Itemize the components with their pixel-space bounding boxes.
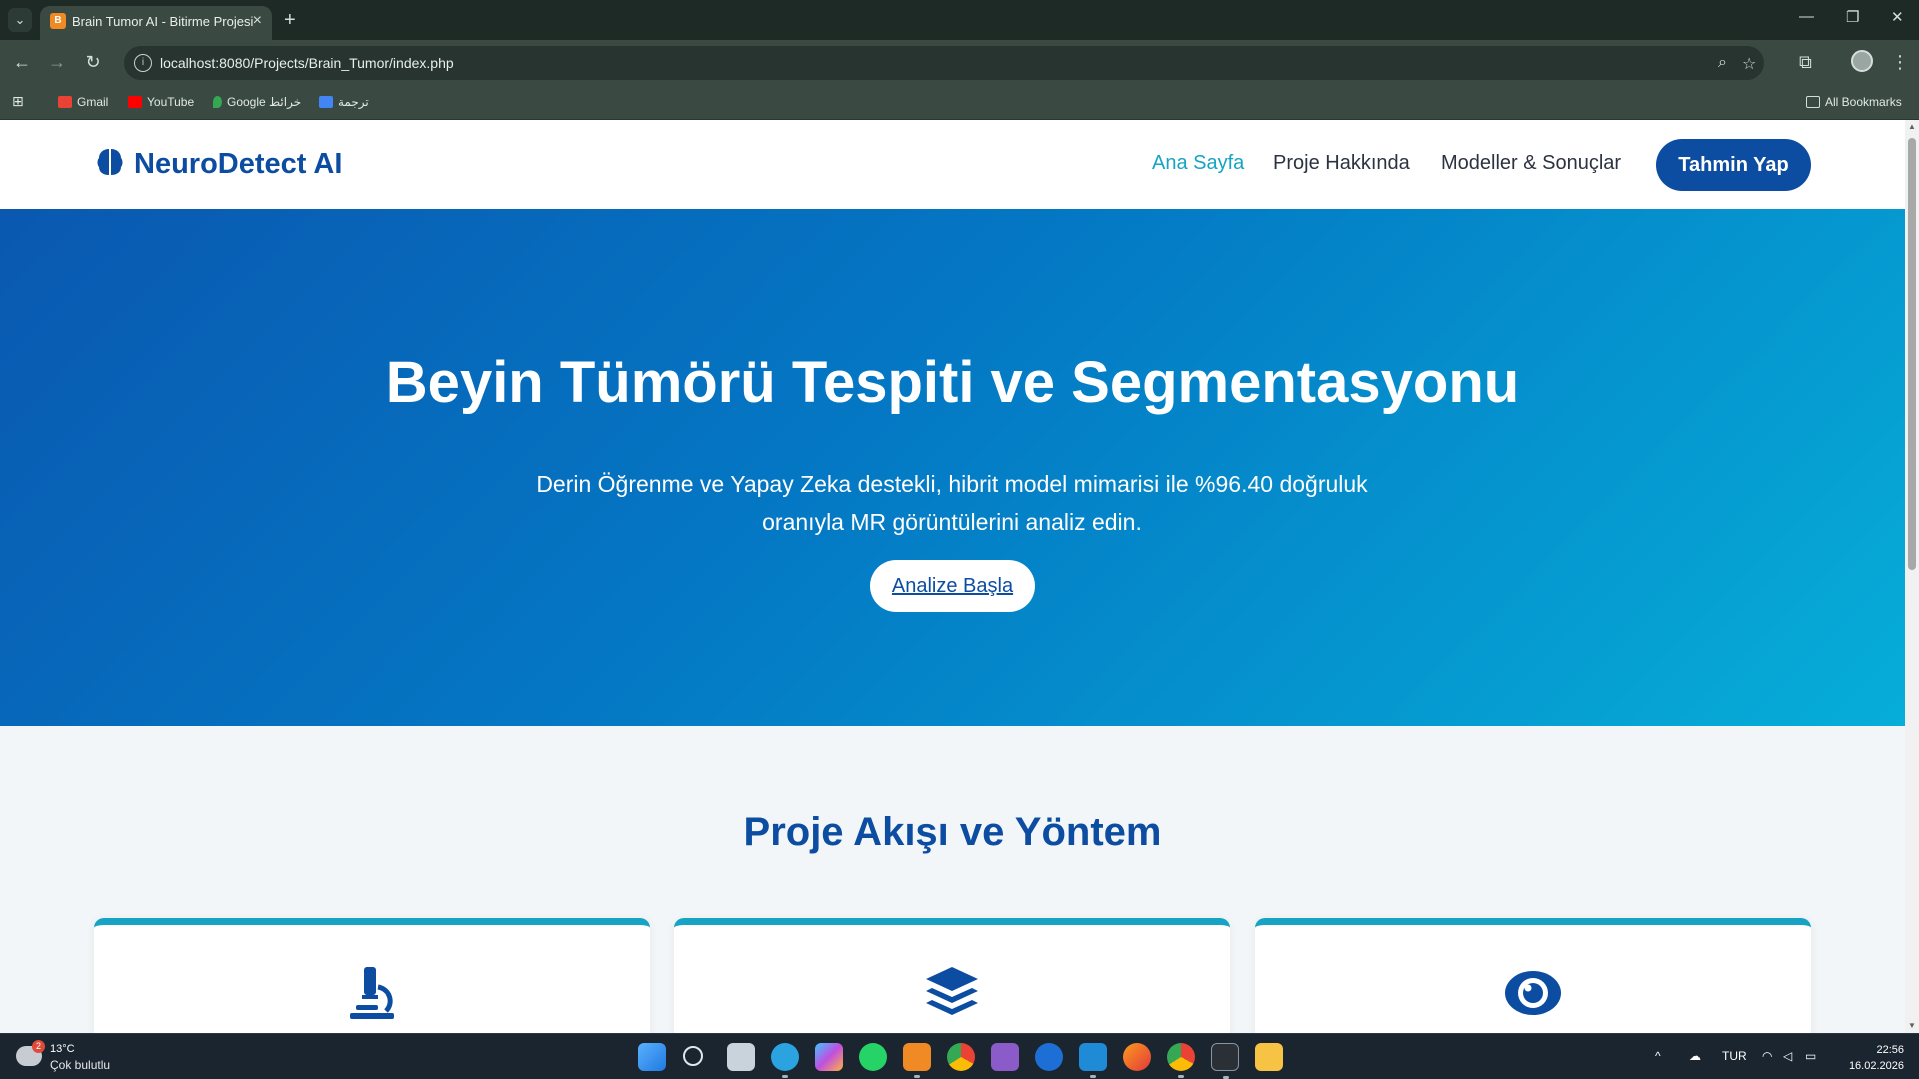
back-icon[interactable]: ← — [10, 52, 34, 73]
vscode-icon[interactable] — [1079, 1043, 1107, 1078]
start-icon[interactable] — [638, 1043, 666, 1071]
site-navbar: NeuroDetect AI Ana Sayfa Proje Hakkında … — [0, 120, 1905, 209]
nav-link-about[interactable]: Proje Hakkında — [1273, 152, 1410, 175]
all-bookmarks[interactable]: All Bookmarks — [1806, 95, 1902, 109]
firefox-icon[interactable] — [1123, 1043, 1151, 1071]
address-url[interactable]: localhost:8080/Projects/Brain_Tumor/inde… — [160, 55, 454, 71]
reload-icon[interactable]: ↻ — [81, 52, 105, 73]
weather-temp: 13°C — [50, 1043, 75, 1055]
system-clock[interactable]: 22:56 16.02.2026 — [1842, 1042, 1904, 1074]
extensions-icon[interactable]: ⧉ — [1799, 52, 1812, 73]
bookmark-translate[interactable]: ترجمة — [319, 95, 369, 109]
new-tab-button[interactable]: + — [284, 8, 296, 32]
browser-tab-strip: ⌄ B Brain Tumor AI - Bitirme Projesi × +… — [0, 0, 1919, 40]
site-info-icon[interactable]: i — [134, 54, 152, 72]
language-indicator[interactable]: TUR — [1722, 1049, 1747, 1063]
method-card — [1255, 918, 1811, 1033]
zoom-icon[interactable]: ⌕ — [1718, 54, 1727, 72]
bookmark-gmail[interactable]: Gmail — [58, 95, 108, 109]
hero-subtitle: Derin Öğrenme ve Yapay Zeka destekli, hi… — [536, 471, 1368, 535]
method-card — [94, 918, 650, 1033]
layers-icon — [926, 967, 978, 1015]
minimize-icon[interactable]: — — [1799, 8, 1814, 25]
section-title: Proje Akışı ve Yöntem — [743, 810, 1162, 854]
chrome-icon[interactable] — [947, 1043, 975, 1071]
forward-icon[interactable]: → — [45, 52, 69, 73]
notification-badge: 2 — [32, 1040, 45, 1053]
copilot-icon[interactable] — [815, 1043, 843, 1071]
hero-section: Beyin Tümörü Tespiti ve Segmentasyonu De… — [0, 209, 1905, 726]
browser-toolbar: ← → ↻ i localhost:8080/Projects/Brain_Tu… — [0, 40, 1919, 86]
scroll-down-icon[interactable]: ▼ — [1907, 1021, 1917, 1030]
chrome-active-icon[interactable] — [1167, 1043, 1195, 1078]
active-tab[interactable]: B Brain Tumor AI - Bitirme Projesi × — [40, 6, 272, 40]
folder-icon — [1806, 96, 1820, 108]
nav-link-home[interactable]: Ana Sayfa — [1152, 152, 1244, 175]
address-bar[interactable]: i localhost:8080/Projects/Brain_Tumor/in… — [124, 46, 1764, 80]
start-analysis-button[interactable]: Analize Başla — [870, 560, 1035, 612]
predict-button[interactable]: Tahmin Yap — [1656, 139, 1811, 191]
maps-pin-icon — [213, 96, 222, 108]
clock-date: 16.02.2026 — [1848, 1060, 1904, 1072]
brain-icon — [97, 149, 123, 175]
eye-icon — [1505, 971, 1561, 1015]
brand-name: NeuroDetect AI — [134, 148, 343, 180]
browser-menu-icon[interactable]: ⋮ — [1891, 52, 1909, 73]
tab-favicon-icon: B — [50, 13, 66, 29]
tab-search-button[interactable]: ⌄ — [8, 8, 32, 32]
tab-title: Brain Tumor AI - Bitirme Projesi — [72, 14, 254, 29]
telegram-icon[interactable] — [771, 1043, 799, 1078]
hero-title: Beyin Tümörü Tespiti ve Segmentasyonu — [385, 350, 1520, 415]
profile-avatar[interactable] — [1851, 50, 1873, 72]
scroll-thumb[interactable] — [1908, 138, 1916, 570]
bookmark-youtube[interactable]: YouTube — [128, 95, 194, 109]
wifi-icon[interactable]: ◠ — [1762, 1049, 1772, 1063]
clock-time: 22:56 — [1876, 1044, 1904, 1056]
volume-icon[interactable]: ◁ — [1783, 1049, 1792, 1063]
tray-cloud-icon[interactable]: ☁ — [1689, 1049, 1701, 1063]
page-viewport: NeuroDetect AI Ana Sayfa Proje Hakkında … — [0, 120, 1905, 1033]
windows-taskbar: 2 13°C Çok bulutlu ^ ☁ TUR ◠ ◁ ▭ 22:56 1… — [0, 1033, 1919, 1079]
file-explorer-icon[interactable] — [1255, 1043, 1283, 1071]
apps-grid-icon[interactable]: ⊞ — [12, 93, 24, 110]
method-card — [674, 918, 1230, 1033]
whatsapp-icon[interactable] — [859, 1043, 887, 1071]
gmail-icon — [58, 96, 72, 108]
nav-link-models[interactable]: Modeller & Sonuçlar — [1441, 152, 1621, 175]
terminal-icon[interactable] — [1211, 1043, 1239, 1079]
scroll-up-icon[interactable]: ▲ — [1907, 122, 1917, 131]
bookmark-google-maps[interactable]: Google خرائط — [213, 95, 301, 109]
bookmarks-bar: ⊞ Gmail YouTube Google خرائط ترجمة All B… — [0, 86, 1919, 120]
page-scrollbar[interactable]: ▲ ▼ — [1905, 120, 1919, 1033]
microscope-icon — [350, 967, 394, 1019]
battery-icon[interactable]: ▭ — [1805, 1049, 1816, 1063]
search-icon[interactable] — [683, 1046, 703, 1066]
xampp-icon[interactable] — [903, 1043, 931, 1078]
app-store-icon[interactable] — [1035, 1043, 1063, 1071]
tray-expand-icon[interactable]: ^ — [1655, 1049, 1661, 1063]
close-window-icon[interactable]: ✕ — [1891, 8, 1904, 26]
youtube-icon — [128, 96, 142, 108]
visual-studio-icon[interactable] — [991, 1043, 1019, 1071]
weather-desc: Çok bulutlu — [50, 1058, 111, 1072]
task-view-icon[interactable] — [727, 1043, 755, 1071]
restore-icon[interactable]: ❐ — [1846, 8, 1859, 26]
tab-close-icon[interactable]: × — [253, 12, 262, 30]
translate-icon — [319, 96, 333, 108]
bookmark-star-icon[interactable]: ☆ — [1742, 54, 1756, 74]
